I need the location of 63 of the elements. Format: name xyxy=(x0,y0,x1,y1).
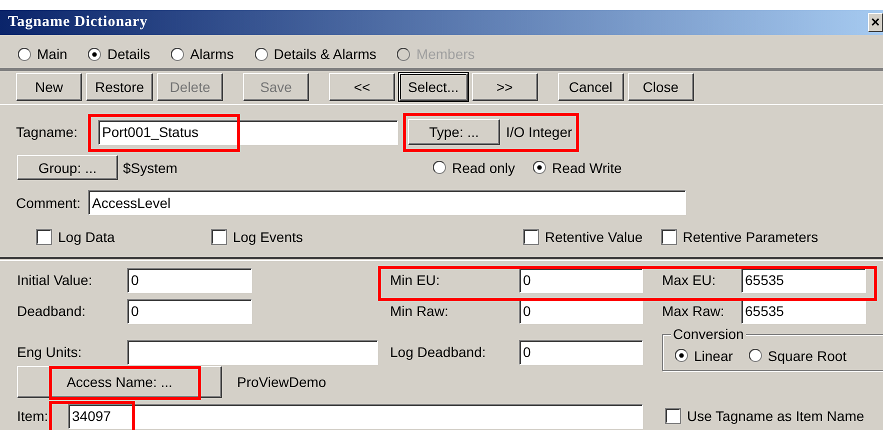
checkbox-icon[interactable] xyxy=(210,229,227,245)
field-label: Eng Units: xyxy=(17,344,83,360)
min-raw-field[interactable]: 0 xyxy=(519,298,643,324)
option-checkbox[interactable]: Retentive Value xyxy=(522,229,643,245)
eng-units-field[interactable] xyxy=(127,340,378,364)
checkbox-icon[interactable] xyxy=(522,229,539,245)
field-label: Item: xyxy=(17,408,50,424)
max-raw-field[interactable]: 65535 xyxy=(741,298,866,324)
radio-icon[interactable] xyxy=(254,48,268,60)
radio-icon[interactable] xyxy=(88,48,102,60)
initial-value-field[interactable]: 0 xyxy=(127,268,252,292)
min-eu-field[interactable]: 0 xyxy=(519,268,643,292)
access-radio[interactable]: Read only xyxy=(433,160,516,176)
access-name-value: ProViewDemo xyxy=(237,374,326,390)
conversion-radio[interactable]: Linear xyxy=(675,348,733,364)
field-label: Initial Value: xyxy=(17,272,94,288)
group-title: Conversion xyxy=(671,326,746,342)
item-field[interactable]: 34097 xyxy=(68,404,643,428)
radio-icon[interactable] xyxy=(748,349,762,362)
radio-icon[interactable] xyxy=(533,161,546,174)
toolbar-button[interactable]: << xyxy=(329,73,396,101)
field-label: Deadband: xyxy=(17,303,87,319)
tagname-field[interactable]: Port001_Status xyxy=(98,120,398,144)
field-label: Min EU: xyxy=(390,272,441,288)
radio-icon[interactable] xyxy=(18,48,31,60)
option-checkbox[interactable]: Log Events xyxy=(210,229,303,245)
view-radio[interactable]: Details xyxy=(88,46,150,62)
use-tagname-checkbox[interactable]: Use Tagname as Item Name xyxy=(665,408,864,424)
option-checkbox[interactable]: Log Data xyxy=(36,229,115,245)
max-eu-field[interactable]: 65535 xyxy=(741,268,866,292)
checkbox-icon[interactable] xyxy=(36,229,52,245)
field-label: Max EU: xyxy=(662,272,717,288)
toolbar-button[interactable]: New xyxy=(16,73,82,101)
view-radio[interactable]: Alarms xyxy=(171,46,234,62)
field-label: Log Deadband: xyxy=(390,344,487,360)
group-value: $System xyxy=(123,160,178,176)
toolbar-button[interactable]: Cancel xyxy=(558,73,624,101)
type-button[interactable]: Type: ... xyxy=(408,119,500,145)
comment-field[interactable]: AccessLevel xyxy=(88,190,686,215)
close-button[interactable]: × xyxy=(868,13,883,32)
deadband-field[interactable]: 0 xyxy=(127,298,252,324)
view-radio[interactable]: Details & Alarms xyxy=(254,46,376,62)
radio-icon[interactable] xyxy=(675,349,688,362)
checkbox-icon[interactable] xyxy=(660,229,677,245)
group-button[interactable]: Group: ... xyxy=(17,155,118,180)
toolbar-button[interactable]: Close xyxy=(628,73,694,101)
radio-icon[interactable] xyxy=(171,48,184,60)
checkbox-icon[interactable] xyxy=(665,408,681,424)
field-label: Comment: xyxy=(16,194,82,210)
log-deadband-field[interactable]: 0 xyxy=(519,340,643,364)
option-checkbox[interactable]: Retentive Parameters xyxy=(660,229,818,245)
toolbar-button[interactable]: >> xyxy=(472,73,538,101)
field-label: Max Raw: xyxy=(662,303,726,319)
field-label: Tagname: xyxy=(16,124,78,140)
view-radio[interactable]: Main xyxy=(18,46,68,62)
type-value: I/O Integer xyxy=(506,124,572,140)
conversion-radio[interactable]: Square Root xyxy=(748,348,847,364)
field-label: Min Raw: xyxy=(390,303,450,319)
access-radio[interactable]: Read Write xyxy=(533,160,622,176)
toolbar-button[interactable]: Restore xyxy=(86,73,154,101)
radio-icon[interactable] xyxy=(433,161,446,174)
toolbar-button[interactable]: Select... xyxy=(399,73,468,101)
window-title: Tagname Dictionary xyxy=(8,14,148,31)
